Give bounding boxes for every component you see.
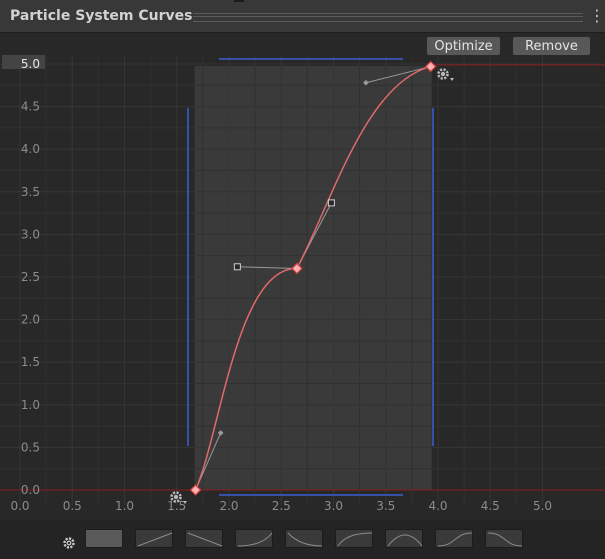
y-tick-label: 1.5	[21, 355, 40, 369]
y-tick-label: 5.0	[21, 57, 40, 71]
preset-ease-in[interactable]	[235, 529, 273, 548]
preset-bell[interactable]	[385, 529, 423, 548]
y-tick-label: 2.0	[21, 313, 40, 327]
x-tick-label: 2.0	[219, 499, 238, 513]
x-tick-label: 0.5	[63, 499, 82, 513]
key-settings-gear-icon-hub	[173, 494, 179, 500]
x-tick-label: 3.5	[376, 499, 395, 513]
x-tick-label: 1.0	[115, 499, 134, 513]
key-settings-gear-icon-hub	[440, 71, 446, 77]
y-tick-label: 4.5	[21, 100, 40, 114]
remove-button[interactable]: Remove	[512, 36, 591, 56]
preset-ease-in-out[interactable]	[435, 529, 473, 548]
preset-settings-gear-icon[interactable]	[62, 536, 76, 550]
preset-ease-in-out-down[interactable]	[485, 529, 523, 548]
x-tick-label: 5.0	[533, 499, 552, 513]
optimize-button[interactable]: Optimize	[426, 36, 501, 56]
preset-ease-out[interactable]	[335, 529, 373, 548]
y-tick-label: 0.0	[21, 483, 40, 497]
y-tick-label: 4.0	[21, 142, 40, 156]
preset-constant[interactable]	[85, 529, 123, 548]
tangent-handle[interactable]	[327, 199, 335, 207]
x-tick-label: 4.0	[428, 499, 447, 513]
x-tick-label: 0.0	[10, 499, 29, 513]
curve-editor[interactable]: 0.0 0.5 1.0 1.5 2.0 2.5 3.0 3.5 4.0 4.5 5.0 0.0 0.5 1…	[0, 0, 605, 520]
x-tick-label: 3.0	[324, 499, 343, 513]
preset-ease-out-down[interactable]	[285, 529, 323, 548]
x-tick-label: 4.5	[481, 499, 500, 513]
y-tick-label: 2.5	[21, 270, 40, 284]
x-tick-label: 2.5	[272, 499, 291, 513]
preset-linear-up[interactable]	[135, 529, 173, 548]
tangent-handle[interactable]	[233, 263, 241, 271]
preset-linear-down[interactable]	[185, 529, 223, 548]
y-tick-label: 1.0	[21, 398, 40, 412]
y-tick-label: 3.0	[21, 227, 40, 241]
y-tick-label: 3.5	[21, 185, 40, 199]
y-tick-label: 0.5	[21, 440, 40, 454]
